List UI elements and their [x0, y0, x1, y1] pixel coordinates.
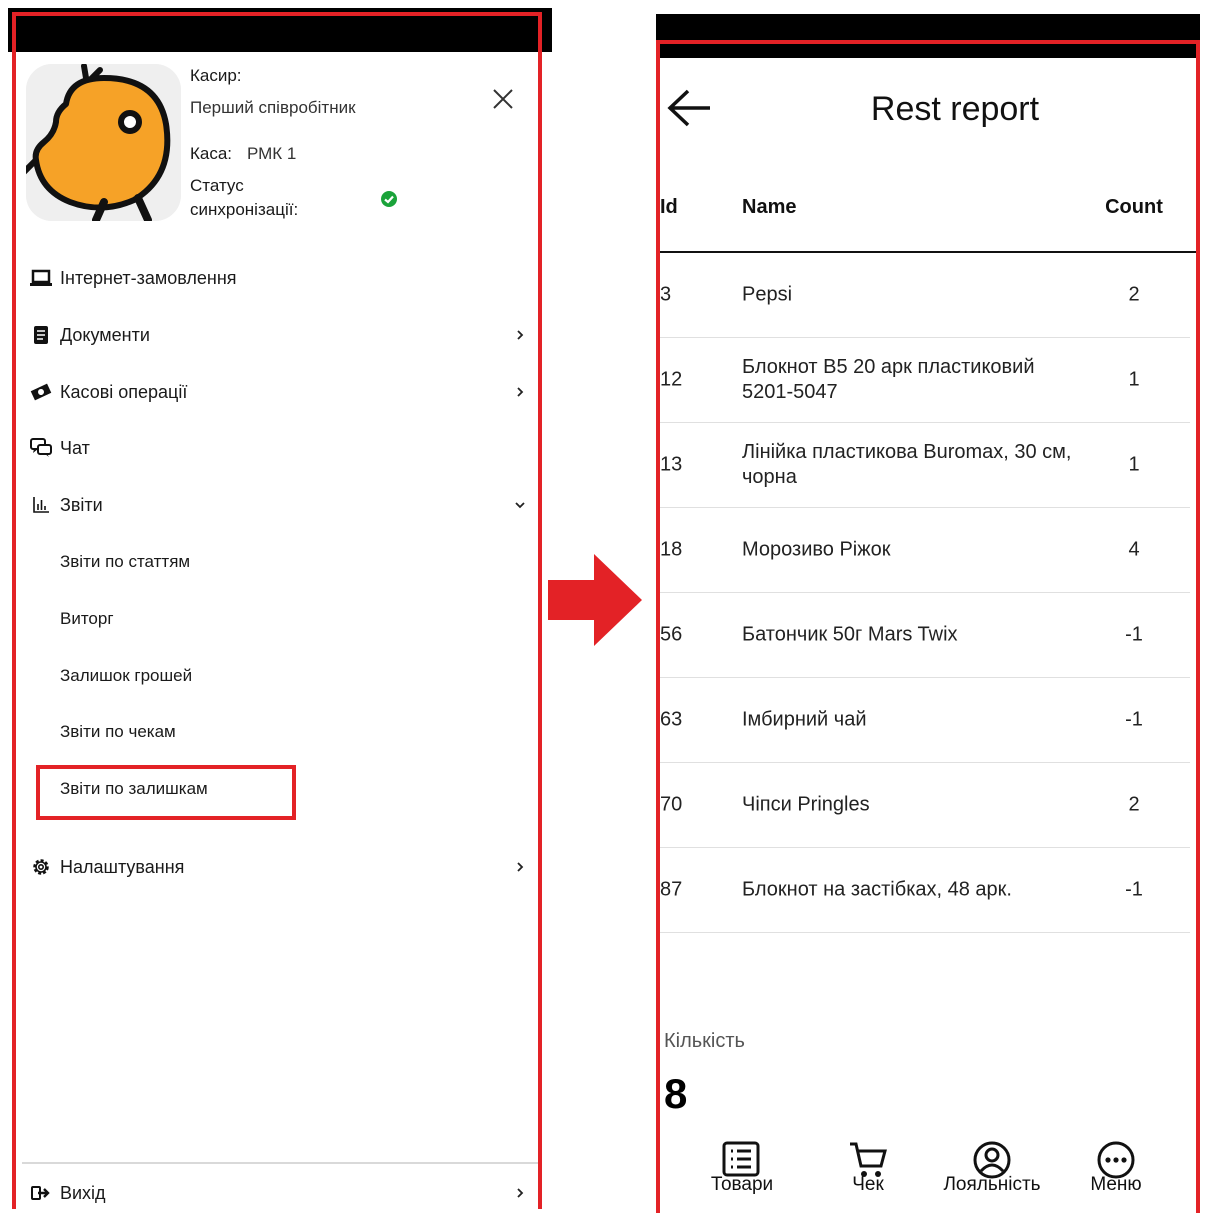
- table-row[interactable]: 70 Чіпси Pringles 2: [660, 763, 1190, 848]
- cell-id: 3: [660, 283, 672, 306]
- cell-id: 12: [660, 368, 683, 391]
- cell-id: 63: [660, 708, 683, 731]
- cell-id: 56: [660, 623, 683, 646]
- cell-id: 70: [660, 793, 683, 816]
- total-quantity-label: Кількість: [664, 1030, 745, 1052]
- cell-id: 13: [660, 453, 683, 476]
- cell-count: -1: [1125, 878, 1143, 901]
- menu-item-label: Звіти: [60, 494, 103, 515]
- submenu-item-revenue[interactable]: Виторг: [60, 601, 530, 637]
- arrow-right-icon: [548, 554, 642, 646]
- cell-count: -1: [1125, 708, 1143, 731]
- cell-count: 1: [1128, 368, 1140, 391]
- sync-status-label-1: Статус: [190, 176, 244, 195]
- menu-item-internet-orders[interactable]: Інтернет-замовлення: [30, 258, 536, 298]
- cell-count: 2: [1128, 793, 1140, 816]
- cell-name: Морозиво Ріжок: [742, 538, 891, 561]
- close-icon[interactable]: [490, 86, 516, 112]
- cell-name: Блокнот B5 20 арк пластиковий 5201-5047: [742, 356, 1035, 403]
- cell-count: -1: [1125, 623, 1143, 646]
- tab-menu[interactable]: Меню: [1084, 1140, 1148, 1196]
- menu-item-label: Налаштування: [60, 856, 185, 877]
- cell-name: Лінійка пластикова Buromax, 30 см, чорна: [742, 441, 1072, 488]
- table-row[interactable]: 3 Pepsi 2: [660, 253, 1190, 338]
- column-header-count: Count: [1105, 196, 1163, 218]
- tab-label: Чек: [852, 1174, 884, 1195]
- menu-item-settings[interactable]: Налаштування: [30, 847, 536, 887]
- menu-item-label: Касові операції: [60, 381, 188, 402]
- table-row[interactable]: 12 Блокнот B5 20 арк пластиковий 5201-50…: [660, 338, 1190, 423]
- chat-icon: [30, 437, 52, 459]
- cell-count: 1: [1128, 453, 1140, 476]
- menu-item-documents[interactable]: Документи: [30, 315, 536, 355]
- cell-name: Батончик 50г Mars Twix: [742, 623, 958, 646]
- logout-icon: [30, 1182, 52, 1204]
- table-row[interactable]: 56 Батончик 50г Mars Twix -1: [660, 593, 1190, 678]
- menu-item-label: Чат: [60, 437, 90, 458]
- register-value: РМК 1: [247, 144, 297, 163]
- column-header-name: Name: [742, 196, 797, 218]
- gear-icon: [30, 856, 52, 878]
- submenu-item-cash-balance[interactable]: Залишок грошей: [60, 658, 530, 694]
- menu-divider: [22, 1162, 538, 1164]
- check-circle-icon: [380, 190, 398, 208]
- submenu-item-receipt-reports[interactable]: Звіти по чекам: [60, 714, 530, 750]
- submenu-item-reports-by-articles[interactable]: Звіти по статтям: [60, 544, 530, 580]
- table-row[interactable]: 63 Імбирний чай -1: [660, 678, 1190, 763]
- tab-receipt[interactable]: Чек: [840, 1140, 896, 1196]
- table-row[interactable]: 18 Морозиво Ріжок 4: [660, 508, 1190, 593]
- cashier-name: Перший співробітник: [190, 98, 356, 117]
- cell-count: 4: [1128, 538, 1140, 561]
- cell-name: Блокнот на застібках, 48 арк.: [742, 878, 1012, 901]
- menu-item-label: Вихід: [60, 1182, 106, 1203]
- table-row[interactable]: 13 Лінійка пластикова Buromax, 30 см, чо…: [660, 423, 1190, 508]
- cell-id: 87: [660, 878, 683, 901]
- cell-name: Імбирний чай: [742, 708, 867, 731]
- chick-mascot-icon: [26, 64, 181, 221]
- money-icon: [30, 381, 52, 403]
- cell-id: 18: [660, 538, 683, 561]
- menu-item-logout[interactable]: Вихід: [30, 1173, 536, 1213]
- chevron-right-icon: [517, 387, 524, 397]
- menu-item-reports[interactable]: Звіти: [30, 485, 536, 525]
- tab-label: Меню: [1090, 1174, 1142, 1195]
- page-title: Rest report: [870, 90, 1040, 128]
- cell-name: Чіпси Pringles: [742, 793, 870, 816]
- menu-item-chat[interactable]: Чат: [30, 428, 536, 468]
- sync-status-label-2: синхронізації:: [190, 200, 299, 219]
- chevron-right-icon: [517, 1188, 524, 1198]
- menu-item-label: Документи: [60, 324, 150, 345]
- cell-count: 2: [1128, 283, 1140, 306]
- cashier-label: Касир:: [190, 66, 242, 85]
- chevron-right-icon: [517, 330, 524, 340]
- menu-item-label: Інтернет-замовлення: [60, 267, 237, 288]
- chevron-right-icon: [517, 862, 524, 872]
- table-row[interactable]: 87 Блокнот на застібках, 48 арк. -1: [660, 848, 1190, 933]
- tab-label: Товари: [710, 1174, 774, 1195]
- back-arrow-icon[interactable]: [666, 88, 712, 128]
- laptop-icon: [30, 267, 52, 289]
- tab-label: Лояльність: [943, 1174, 1041, 1195]
- document-icon: [30, 324, 52, 346]
- selected-item-highlight: [36, 765, 296, 820]
- tab-loyalty[interactable]: Лояльність: [938, 1140, 1046, 1196]
- cell-name: Pepsi: [742, 283, 793, 306]
- tab-products[interactable]: Товари: [706, 1140, 778, 1196]
- bar-chart-icon: [30, 494, 52, 516]
- menu-item-cash-operations[interactable]: Касові операції: [30, 372, 536, 412]
- total-quantity-value: 8: [664, 1070, 688, 1117]
- chevron-down-icon: [515, 502, 525, 509]
- column-header-id: Id: [660, 196, 678, 218]
- register-label: Каса:: [190, 144, 233, 163]
